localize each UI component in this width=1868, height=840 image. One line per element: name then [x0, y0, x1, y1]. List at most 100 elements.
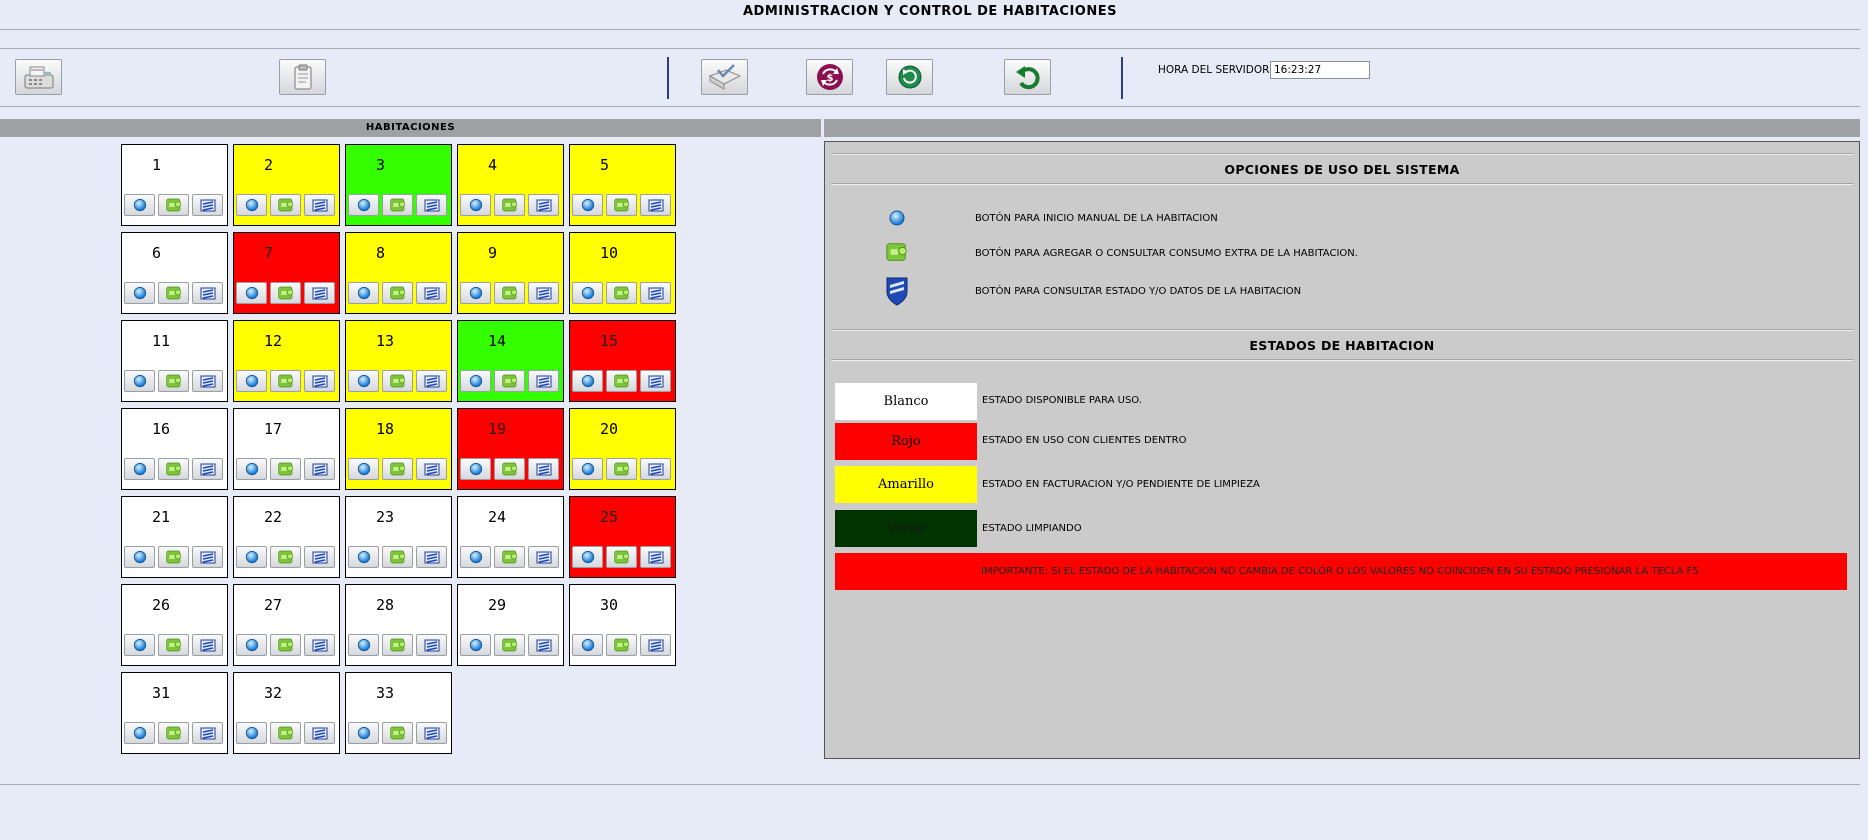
- room-extra-consumption-button[interactable]: [270, 634, 301, 656]
- room-details-button[interactable]: [192, 194, 223, 216]
- room-extra-consumption-button[interactable]: [270, 546, 301, 568]
- room-extra-consumption-button[interactable]: [494, 282, 525, 304]
- room-details-button[interactable]: [192, 458, 223, 480]
- room-details-button[interactable]: [528, 370, 559, 392]
- room-start-button[interactable]: [124, 370, 155, 392]
- room-start-button[interactable]: [236, 282, 267, 304]
- room-start-button[interactable]: [348, 370, 379, 392]
- room-extra-consumption-button[interactable]: [382, 546, 413, 568]
- room-extra-consumption-button[interactable]: [382, 722, 413, 744]
- room-start-button[interactable]: [460, 634, 491, 656]
- room-details-button[interactable]: [528, 194, 559, 216]
- room-details-button[interactable]: [640, 546, 671, 568]
- room-details-button[interactable]: [304, 458, 335, 480]
- room-start-button[interactable]: [124, 546, 155, 568]
- room-start-button[interactable]: [236, 458, 267, 480]
- room-details-button[interactable]: [192, 546, 223, 568]
- room-details-button[interactable]: [640, 194, 671, 216]
- room-extra-consumption-button[interactable]: [382, 370, 413, 392]
- room-extra-consumption-button[interactable]: [270, 194, 301, 216]
- room-start-button[interactable]: [124, 194, 155, 216]
- room-start-button[interactable]: [460, 194, 491, 216]
- room-start-button[interactable]: [460, 546, 491, 568]
- room-details-button[interactable]: [528, 282, 559, 304]
- room-details-button[interactable]: [416, 458, 447, 480]
- room-extra-consumption-button[interactable]: [158, 546, 189, 568]
- room-details-button[interactable]: [528, 634, 559, 656]
- room-details-button[interactable]: [192, 370, 223, 392]
- room-extra-consumption-button[interactable]: [158, 458, 189, 480]
- room-start-button[interactable]: [348, 194, 379, 216]
- room-extra-consumption-button[interactable]: [382, 458, 413, 480]
- cash-register-button[interactable]: [15, 59, 62, 95]
- room-start-button[interactable]: [236, 722, 267, 744]
- room-extra-consumption-button[interactable]: [606, 370, 637, 392]
- room-extra-consumption-button[interactable]: [270, 458, 301, 480]
- room-details-button[interactable]: [528, 458, 559, 480]
- room-extra-consumption-button[interactable]: [382, 194, 413, 216]
- room-extra-consumption-button[interactable]: [606, 546, 637, 568]
- room-start-button[interactable]: [124, 282, 155, 304]
- room-start-button[interactable]: [236, 370, 267, 392]
- room-start-button[interactable]: [236, 634, 267, 656]
- room-start-button[interactable]: [236, 546, 267, 568]
- room-start-button[interactable]: [460, 282, 491, 304]
- room-start-button[interactable]: [348, 634, 379, 656]
- room-details-button[interactable]: [304, 546, 335, 568]
- refresh-button[interactable]: [886, 59, 933, 95]
- room-details-button[interactable]: [640, 370, 671, 392]
- room-start-button[interactable]: [572, 282, 603, 304]
- room-start-button[interactable]: [348, 458, 379, 480]
- server-time-field[interactable]: [1270, 61, 1370, 79]
- room-start-button[interactable]: [572, 458, 603, 480]
- room-details-button[interactable]: [192, 722, 223, 744]
- room-extra-consumption-button[interactable]: [270, 370, 301, 392]
- room-details-button[interactable]: [416, 634, 447, 656]
- room-extra-consumption-button[interactable]: [606, 282, 637, 304]
- clipboard-button[interactable]: [279, 59, 326, 95]
- room-details-button[interactable]: [192, 282, 223, 304]
- room-details-button[interactable]: [304, 282, 335, 304]
- room-start-button[interactable]: [124, 458, 155, 480]
- room-details-button[interactable]: [416, 370, 447, 392]
- room-extra-consumption-button[interactable]: [606, 194, 637, 216]
- room-extra-consumption-button[interactable]: [494, 458, 525, 480]
- room-start-button[interactable]: [572, 546, 603, 568]
- room-details-button[interactable]: [528, 546, 559, 568]
- room-start-button[interactable]: [124, 634, 155, 656]
- room-extra-consumption-button[interactable]: [494, 634, 525, 656]
- room-extra-consumption-button[interactable]: [606, 458, 637, 480]
- room-start-button[interactable]: [460, 458, 491, 480]
- exchange-button[interactable]: $: [806, 59, 853, 95]
- room-extra-consumption-button[interactable]: [158, 370, 189, 392]
- checkout-button[interactable]: [701, 59, 748, 95]
- room-start-button[interactable]: [124, 722, 155, 744]
- room-extra-consumption-button[interactable]: [158, 634, 189, 656]
- room-details-button[interactable]: [304, 370, 335, 392]
- room-start-button[interactable]: [348, 722, 379, 744]
- room-extra-consumption-button[interactable]: [382, 634, 413, 656]
- room-extra-consumption-button[interactable]: [494, 370, 525, 392]
- room-extra-consumption-button[interactable]: [158, 194, 189, 216]
- room-extra-consumption-button[interactable]: [382, 282, 413, 304]
- room-details-button[interactable]: [304, 194, 335, 216]
- room-start-button[interactable]: [236, 194, 267, 216]
- room-details-button[interactable]: [416, 282, 447, 304]
- room-start-button[interactable]: [572, 634, 603, 656]
- undo-button[interactable]: [1004, 59, 1051, 95]
- room-details-button[interactable]: [640, 458, 671, 480]
- room-details-button[interactable]: [192, 634, 223, 656]
- room-details-button[interactable]: [416, 722, 447, 744]
- room-extra-consumption-button[interactable]: [494, 194, 525, 216]
- room-details-button[interactable]: [640, 282, 671, 304]
- room-extra-consumption-button[interactable]: [270, 282, 301, 304]
- room-details-button[interactable]: [304, 634, 335, 656]
- room-start-button[interactable]: [348, 282, 379, 304]
- room-details-button[interactable]: [416, 546, 447, 568]
- room-extra-consumption-button[interactable]: [270, 722, 301, 744]
- room-details-button[interactable]: [416, 194, 447, 216]
- room-start-button[interactable]: [572, 194, 603, 216]
- room-start-button[interactable]: [460, 370, 491, 392]
- room-extra-consumption-button[interactable]: [494, 546, 525, 568]
- room-details-button[interactable]: [304, 722, 335, 744]
